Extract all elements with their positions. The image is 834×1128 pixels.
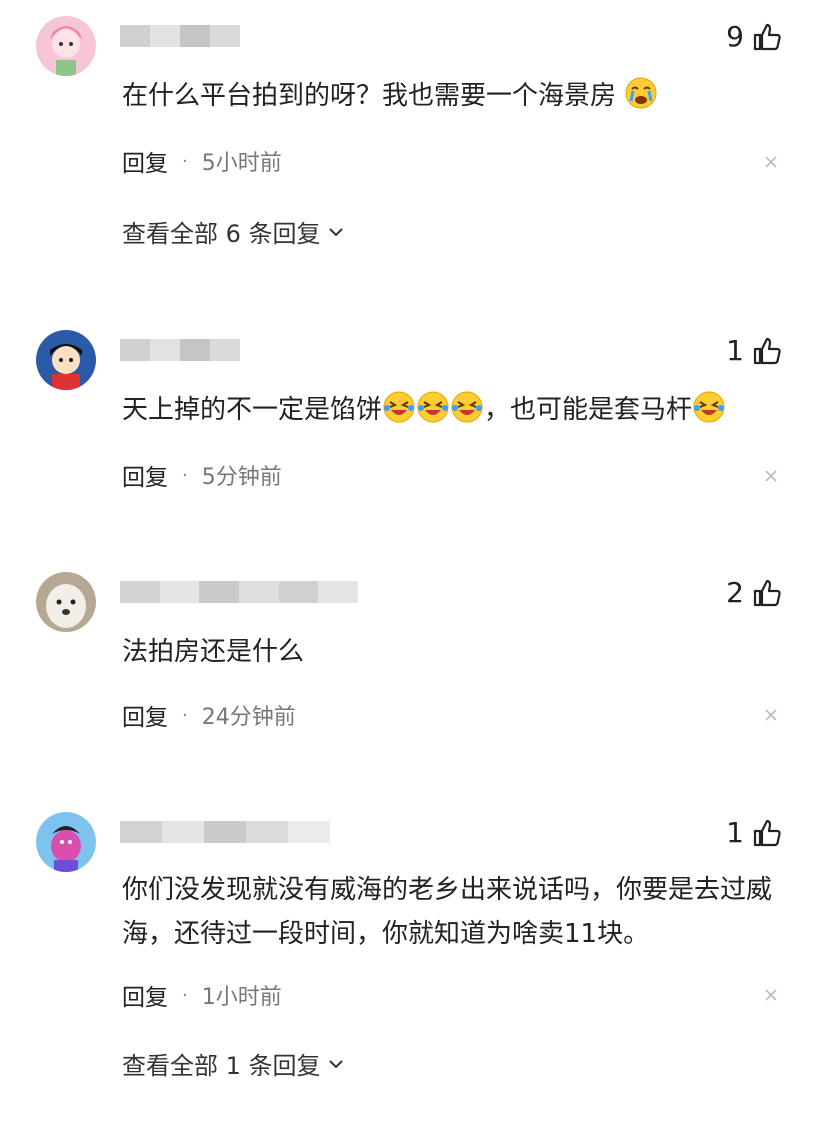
separator-dot: · bbox=[182, 150, 188, 172]
thumbs-up-icon bbox=[753, 337, 781, 364]
close-icon[interactable] bbox=[764, 155, 778, 169]
comment-text: 你们没发现就没有威海的老乡出来说话吗，你要是去过威海，还待过一段时间，你就知道为… bbox=[122, 875, 773, 949]
comment-meta: 回复 · 5小时前 bbox=[122, 144, 282, 178]
separator-dot: · bbox=[182, 984, 188, 1006]
separator-dot: · bbox=[182, 464, 188, 486]
comment-text: 法拍房还是什么 bbox=[122, 637, 305, 667]
timestamp: 5分钟前 bbox=[201, 465, 282, 490]
avatar[interactable] bbox=[36, 16, 96, 76]
close-icon[interactable] bbox=[764, 988, 778, 1002]
like-count: 9 bbox=[726, 20, 744, 53]
username-blurred[interactable] bbox=[120, 821, 330, 843]
thumbs-up-icon bbox=[753, 819, 781, 846]
reply-button[interactable]: 回复 bbox=[122, 978, 168, 1012]
close-icon[interactable] bbox=[764, 708, 778, 722]
avatar[interactable] bbox=[36, 812, 96, 872]
reply-button[interactable]: 回复 bbox=[122, 144, 168, 178]
like-button[interactable]: 9 bbox=[726, 20, 782, 53]
view-all-replies-button[interactable]: 查看全部 6 条回复 bbox=[122, 214, 345, 249]
timestamp: 1小时前 bbox=[201, 985, 282, 1010]
like-count: 2 bbox=[726, 576, 744, 609]
chevron-down-icon bbox=[328, 227, 343, 236]
laugh-cry-face-icon bbox=[693, 391, 725, 423]
cry-face-icon bbox=[625, 77, 657, 109]
comment-text: 在什么平台拍到的呀？我也需要一个海景房 bbox=[122, 74, 782, 118]
chevron-down-icon bbox=[328, 1059, 343, 1068]
timestamp: 24分钟前 bbox=[201, 705, 296, 730]
like-button[interactable]: 1 bbox=[726, 334, 782, 367]
view-all-replies-button[interactable]: 查看全部 1 条回复 bbox=[122, 1046, 345, 1081]
like-count: 1 bbox=[726, 334, 744, 367]
close-icon[interactable] bbox=[764, 469, 778, 483]
laugh-cry-face-icon bbox=[451, 391, 483, 423]
thumbs-up-icon bbox=[753, 23, 781, 50]
like-count: 1 bbox=[726, 816, 744, 849]
comment-meta: 回复 · 5分钟前 bbox=[122, 458, 282, 492]
like-button[interactable]: 1 bbox=[726, 816, 782, 849]
avatar[interactable] bbox=[36, 572, 96, 632]
laugh-cry-face-icon bbox=[417, 391, 449, 423]
laugh-cry-face-icon bbox=[383, 391, 415, 423]
comment-text: 天上掉的不一定是馅饼 ，也可能是套马杆 bbox=[122, 388, 782, 432]
separator-dot: · bbox=[182, 704, 188, 726]
like-button[interactable]: 2 bbox=[726, 576, 782, 609]
username-blurred[interactable] bbox=[120, 339, 240, 361]
thumbs-up-icon bbox=[753, 579, 781, 606]
comment-meta: 回复 · 24分钟前 bbox=[122, 698, 296, 732]
avatar[interactable] bbox=[36, 330, 96, 390]
timestamp: 5小时前 bbox=[201, 151, 282, 176]
comment-meta: 回复 · 1小时前 bbox=[122, 978, 282, 1012]
username-blurred[interactable] bbox=[120, 25, 240, 47]
reply-button[interactable]: 回复 bbox=[122, 458, 168, 492]
reply-button[interactable]: 回复 bbox=[122, 698, 168, 732]
username-blurred[interactable] bbox=[120, 581, 359, 603]
